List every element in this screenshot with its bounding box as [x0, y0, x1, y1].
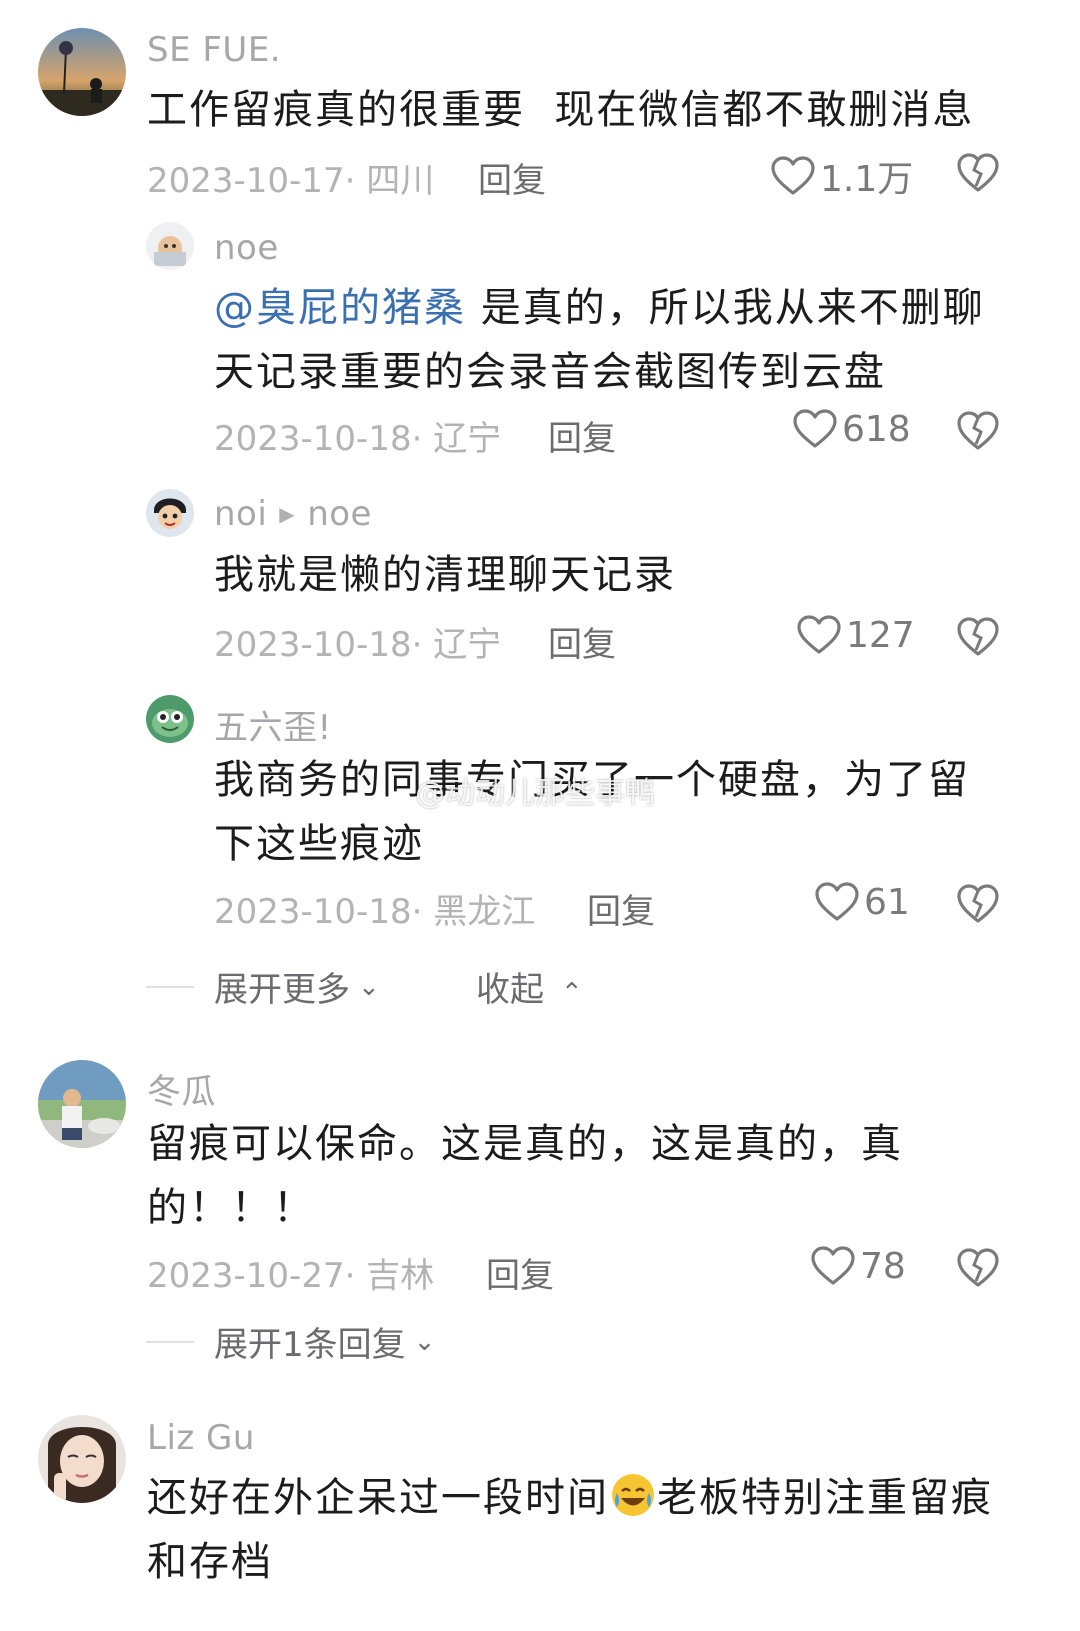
heart-outline-icon	[811, 1246, 855, 1285]
broken-heart-icon[interactable]	[956, 410, 1000, 452]
broken-heart-icon[interactable]	[956, 152, 1000, 194]
like-count: 618	[842, 408, 911, 450]
like-button[interactable]: 618	[792, 408, 911, 450]
chevron-up-icon: ⌃	[560, 978, 583, 1008]
heart-outline-icon	[793, 409, 837, 448]
like-button[interactable]: 1.1万	[770, 150, 913, 202]
comment-list: SE FUE. 工作留痕真的很重要 现在微信都不敢删消息 2023-10-17·…	[0, 0, 1080, 1631]
avatar[interactable]	[146, 695, 194, 743]
reply-author[interactable]: noi	[214, 494, 267, 534]
comment-meta: 2023-10-18· 黑龙江	[214, 892, 536, 932]
crying-laugh-emoji-icon	[612, 1474, 654, 1516]
comment-text: 我就是懒的清理聊天记录	[214, 552, 676, 598]
chevron-down-icon: ⌄	[413, 1326, 436, 1357]
triangle-right-icon: ▶	[279, 502, 296, 526]
username[interactable]: Liz Gu	[147, 1418, 255, 1458]
username[interactable]: 冬瓜	[147, 1064, 216, 1113]
avatar[interactable]	[38, 28, 126, 116]
comment-text: 还好在外企呆过一段时间 老板特别注重留痕 和存档	[147, 1466, 1047, 1594]
comment-meta: 2023-10-17· 四川	[147, 161, 435, 201]
comment-meta: 2023-10-18· 辽宁	[214, 625, 502, 665]
expand-replies-button[interactable]: 展开1条回复 ⌄	[146, 1317, 435, 1366]
broken-heart-icon[interactable]	[956, 883, 1000, 925]
heart-outline-icon	[797, 615, 841, 654]
watermark: @动动儿那些事鸭	[415, 776, 655, 811]
reply-button[interactable]: 回复	[548, 617, 616, 666]
comment-meta: 2023-10-27· 吉林	[147, 1256, 435, 1296]
comment-text: @臭屁的猪桑 是真的，所以我从来不删聊 天记录重要的会录音会截图传到云盘	[214, 285, 985, 395]
heart-outline-icon	[815, 882, 859, 921]
chevron-down-icon: ⌄	[358, 971, 380, 1002]
like-button[interactable]: 61	[814, 881, 910, 923]
reply-target[interactable]: noe	[307, 494, 372, 534]
broken-heart-icon[interactable]	[956, 1247, 1000, 1289]
divider	[146, 1340, 194, 1343]
heart-outline-icon	[771, 156, 815, 195]
like-count: 78	[860, 1245, 906, 1287]
comment-text: 留痕可以保命。这是真的，这是真的，真 的！！！	[147, 1121, 903, 1231]
avatar[interactable]	[146, 489, 194, 537]
avatar[interactable]	[38, 1415, 126, 1503]
username[interactable]: 五六歪!	[214, 700, 332, 749]
like-button[interactable]: 127	[796, 614, 915, 656]
reply-button[interactable]: 回复	[478, 153, 546, 202]
reply-button[interactable]: 回复	[548, 411, 616, 460]
username[interactable]: noe	[214, 228, 279, 268]
username[interactable]: SE FUE.	[147, 30, 281, 70]
broken-heart-icon[interactable]	[956, 616, 1000, 658]
like-count: 1.1万	[820, 159, 914, 200]
divider	[146, 985, 194, 988]
avatar[interactable]	[146, 222, 194, 270]
comment-text: 工作留痕真的很重要 现在微信都不敢删消息	[147, 87, 975, 133]
like-count: 61	[864, 881, 910, 923]
like-button[interactable]: 78	[810, 1245, 906, 1287]
expand-more-button[interactable]: 展开更多 ⌄	[146, 962, 380, 1011]
username: noi ▶ noe	[214, 494, 372, 534]
like-count: 127	[846, 614, 915, 656]
reply-button[interactable]: 回复	[486, 1248, 554, 1297]
avatar[interactable]	[38, 1060, 126, 1148]
mention-link[interactable]: @臭屁的猪桑	[214, 285, 466, 331]
reply-button[interactable]: 回复	[587, 884, 655, 933]
collapse-button[interactable]: 收起 ⌃	[476, 962, 583, 1011]
comment-meta: 2023-10-18· 辽宁	[214, 419, 502, 459]
